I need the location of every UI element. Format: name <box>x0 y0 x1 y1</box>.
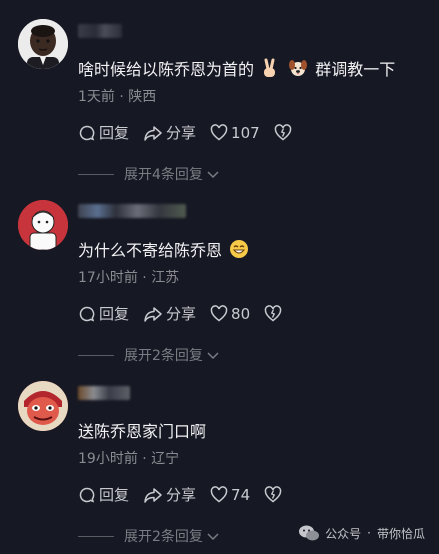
dislike-button[interactable] <box>264 305 285 322</box>
avatar[interactable] <box>18 381 68 431</box>
like-count: 107 <box>231 123 260 142</box>
expand-replies[interactable]: 展开2条回复 <box>78 526 220 546</box>
reply-icon <box>79 306 95 322</box>
comment-meta: 17小时前 · 江苏 <box>78 270 180 286</box>
broken-heart-icon <box>264 486 282 503</box>
wechat-icon <box>299 525 320 541</box>
comment-item: 送陈乔恩家门口啊 19小时前 · 辽宁 回复 分享 74 展开2条回复 <box>0 363 439 545</box>
share-icon <box>144 306 162 322</box>
dislike-button[interactable] <box>274 124 295 141</box>
comment-meta: 19小时前 · 辽宁 <box>78 451 180 467</box>
divider <box>78 535 114 537</box>
reply-button[interactable]: 回复 <box>78 303 129 324</box>
heart-icon <box>210 486 228 503</box>
comment-actions: 回复 分享 74 <box>78 484 299 505</box>
comment-text: 送陈乔恩家门口啊 <box>78 422 207 441</box>
comment-time: 1天前 <box>78 89 115 105</box>
like-count: 74 <box>231 485 251 504</box>
comment-time: 17小时前 <box>78 270 138 286</box>
comment-actions: 回复 分享 107 <box>78 122 309 143</box>
like-button[interactable]: 80 <box>210 305 250 323</box>
reply-icon <box>79 487 95 503</box>
comment-location: 辽宁 <box>151 451 180 467</box>
username[interactable] <box>78 24 122 38</box>
comment-item: 啥时候给以陈乔恩为首的 群调教一下 1天前 · 陕西 回复 分享 107 展开4… <box>0 0 439 184</box>
share-icon <box>144 487 162 503</box>
comment-actions: 回复 分享 80 <box>78 303 299 324</box>
comment-text: 为什么不寄给陈乔恩 <box>78 237 251 263</box>
comment-meta: 1天前 · 陕西 <box>78 89 157 105</box>
share-button[interactable]: 分享 <box>143 122 196 143</box>
comment-location: 江苏 <box>151 270 180 286</box>
reply-button[interactable]: 回复 <box>78 122 129 143</box>
comment-text: 啥时候给以陈乔恩为首的 群调教一下 <box>78 56 395 82</box>
reply-button[interactable]: 回复 <box>78 484 129 505</box>
share-button[interactable]: 分享 <box>143 484 196 505</box>
avatar[interactable] <box>18 200 68 250</box>
divider <box>78 173 114 175</box>
share-icon <box>144 125 162 141</box>
expand-replies[interactable]: 展开2条回复 <box>78 345 220 365</box>
like-button[interactable]: 107 <box>210 124 260 142</box>
like-button[interactable]: 74 <box>210 486 250 504</box>
broken-heart-icon <box>274 124 291 141</box>
chevron-down-icon <box>207 352 219 360</box>
reply-icon <box>79 125 95 141</box>
comment-location: 陕西 <box>128 89 157 105</box>
dislike-button[interactable] <box>264 486 285 503</box>
watermark: 公众号 · 带你恰瓜 <box>298 524 425 542</box>
like-count: 80 <box>231 304 251 323</box>
comment-time: 19小时前 <box>78 451 138 467</box>
victory-hand-icon <box>261 58 279 82</box>
username[interactable] <box>78 386 130 400</box>
grinning-face-icon <box>229 239 249 263</box>
heart-icon <box>210 305 228 322</box>
avatar[interactable] <box>18 19 68 69</box>
expand-replies[interactable]: 展开4条回复 <box>78 164 220 184</box>
share-button[interactable]: 分享 <box>143 303 196 324</box>
chevron-down-icon <box>207 171 219 179</box>
watermark-platform: 公众号 <box>325 526 362 541</box>
username[interactable] <box>78 204 186 218</box>
dog-face-icon <box>288 58 308 82</box>
comment-item: 为什么不寄给陈乔恩 17小时前 · 江苏 回复 分享 80 展开2条回复 <box>0 182 439 364</box>
chevron-down-icon <box>207 533 219 541</box>
heart-icon <box>210 124 228 141</box>
divider <box>78 354 114 356</box>
watermark-account: 带你恰瓜 <box>376 526 425 541</box>
broken-heart-icon <box>264 305 282 322</box>
